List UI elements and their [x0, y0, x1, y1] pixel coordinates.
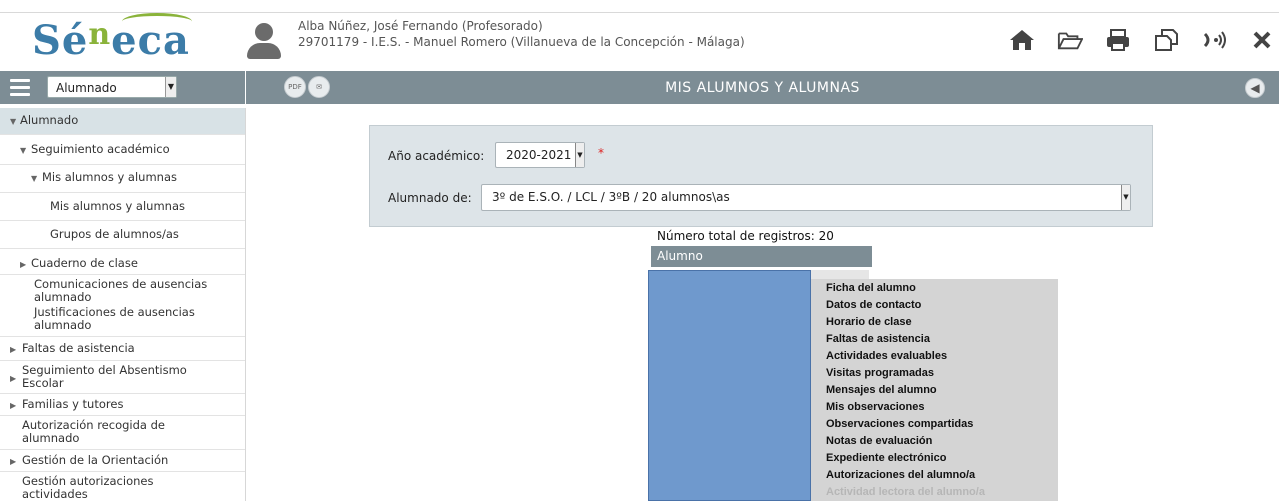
sidebar-item-seguimiento-academico[interactable]: ▼ Seguimiento académico	[0, 142, 245, 158]
user-name: Alba Núñez, José Fernando (Profesorado)	[298, 19, 543, 33]
page-title: MIS ALUMNOS Y ALUMNAS	[665, 80, 860, 96]
redacted-student-list	[648, 270, 811, 501]
menu-item-expediente[interactable]: Expediente electrónico	[826, 452, 946, 464]
copy-icon[interactable]	[1153, 27, 1179, 53]
menu-item-actividad-lectora: Actividad lectora del alumno/a	[826, 486, 985, 498]
chevron-down-icon: ▼	[575, 143, 584, 167]
sidebar-item-absentismo[interactable]: ▶ Seguimiento del Absentismo Escolar	[0, 363, 245, 393]
user-center: 29701179 - I.E.S. - Manuel Romero (Villa…	[298, 35, 745, 49]
collapsed-icon: ▶	[10, 401, 17, 410]
expanded-icon: ▼	[10, 117, 17, 126]
sidebar-item-comunicaciones[interactable]: Comunicaciones de ausencias alumnado	[34, 278, 234, 304]
menu-item-faltas[interactable]: Faltas de asistencia	[826, 333, 930, 345]
year-label: Año académico:	[388, 149, 485, 163]
sidebar-item-label: Seguimiento académico	[31, 142, 170, 156]
menu-item-observaciones-compartidas[interactable]: Observaciones compartidas	[826, 418, 973, 430]
sidebar-item-faltas[interactable]: ▶ Faltas de asistencia	[0, 341, 245, 357]
seneca-logo[interactable]: Séneca	[32, 13, 192, 64]
student-context-menu: Ficha del alumno Datos de contacto Horar…	[811, 279, 1058, 501]
sidebar-item-alumnado[interactable]: ▼ Alumnado	[0, 108, 245, 134]
group-select-value: 3º de E.S.O. / LCL / 3ºB / 20 alumnos\as	[492, 190, 730, 204]
menu-item-autorizaciones[interactable]: Autorizaciones del alumno/a	[826, 469, 975, 481]
sound-icon[interactable]	[1201, 27, 1227, 53]
year-select[interactable]: 2020-2021 ▼	[495, 142, 585, 168]
module-select[interactable]: Alumnado ▼	[47, 76, 177, 98]
sidebar-item-label: Alumnado	[20, 113, 79, 127]
home-icon[interactable]	[1009, 27, 1035, 53]
total-records: Número total de registros: 20	[657, 229, 834, 243]
collapsed-icon: ▶	[10, 374, 17, 383]
sidebar-item-mis-alumnos[interactable]: Mis alumnos y alumnas	[50, 200, 185, 213]
menu-item-actividades[interactable]: Actividades evaluables	[826, 350, 947, 362]
logo-text-b: n	[88, 17, 112, 52]
group-label: Alumnado de:	[388, 191, 472, 205]
chevron-down-icon: ▼	[165, 77, 176, 97]
sidebar-item-cuaderno[interactable]: ▶ Cuaderno de clase	[0, 256, 245, 272]
top-strip	[0, 0, 1279, 13]
menu-item-ficha[interactable]: Ficha del alumno	[826, 282, 916, 294]
chevron-down-icon: ▼	[1121, 185, 1130, 210]
logo-text-a: Sé	[32, 17, 89, 64]
sidebar-item-label: Cuaderno de clase	[31, 256, 138, 270]
logo-arc	[122, 13, 192, 30]
sidebar-item-justificaciones[interactable]: Justificaciones de ausencias alumnado	[34, 306, 234, 332]
sidebar-nav: ▼ Alumnado ▼ Seguimiento académico ▼ Mis…	[0, 108, 246, 501]
menu-item-datos-contacto[interactable]: Datos de contacto	[826, 299, 921, 311]
user-icon	[244, 23, 284, 61]
sidebar-item-label: Familias y tutores	[22, 397, 124, 411]
close-icon[interactable]	[1249, 27, 1275, 53]
sidebar-item-label: Mis alumnos y alumnas	[42, 170, 177, 184]
sidebar-item-familias[interactable]: ▶ Familias y tutores	[0, 397, 245, 413]
menu-item-mensajes[interactable]: Mensajes del alumno	[826, 384, 937, 396]
sidebar-item-autorizacion-recogida[interactable]: Autorización recogida de alumnado	[22, 419, 222, 445]
hamburger-menu-icon[interactable]	[10, 79, 30, 97]
menu-item-horario[interactable]: Horario de clase	[826, 316, 912, 328]
sidebar-item-label: Seguimiento del Absentismo Escolar	[22, 363, 187, 390]
collapsed-icon: ▶	[20, 260, 27, 269]
sidebar-item-label: Gestión de la Orientación	[22, 453, 169, 467]
page-title-bar: PDF ✉ MIS ALUMNOS Y ALUMNAS ◀	[246, 71, 1279, 104]
expanded-icon: ▼	[20, 146, 27, 155]
table-header-alumno[interactable]: Alumno	[651, 246, 872, 267]
header-toolbar	[1009, 27, 1279, 53]
collapsed-icon: ▶	[10, 345, 17, 354]
sidebar-item-orientacion[interactable]: ▶ Gestión de la Orientación	[0, 453, 245, 469]
filter-panel: Año académico: 2020-2021 ▼ * Alumnado de…	[369, 125, 1153, 227]
folder-icon[interactable]	[1057, 27, 1083, 53]
row-strip	[811, 270, 869, 279]
back-arrow-icon[interactable]: ◀	[1245, 78, 1265, 98]
required-mark: *	[598, 146, 604, 160]
menu-item-notas[interactable]: Notas de evaluación	[826, 435, 932, 447]
group-select[interactable]: 3º de E.S.O. / LCL / 3ºB / 20 alumnos\as…	[481, 184, 1131, 211]
sidebar-item-label: Faltas de asistencia	[22, 341, 135, 355]
menu-item-visitas[interactable]: Visitas programadas	[826, 367, 934, 379]
menu-item-mis-observaciones[interactable]: Mis observaciones	[826, 401, 924, 413]
app-header: Séneca Alba Núñez, José Fernando (Profes…	[0, 13, 1279, 65]
expanded-icon: ▼	[31, 174, 38, 183]
collapsed-icon: ▶	[10, 457, 17, 466]
sidebar-item-autorizaciones-actividades[interactable]: Gestión autorizaciones actividades	[22, 475, 222, 501]
sidebar-item-mis-alumnos-group[interactable]: ▼ Mis alumnos y alumnas	[0, 170, 245, 186]
sidebar-toolbar: Alumnado ▼	[0, 71, 245, 104]
year-select-value: 2020-2021	[506, 148, 572, 162]
sidebar-item-grupos[interactable]: Grupos de alumnos/as	[50, 228, 179, 241]
module-select-value: Alumnado	[56, 81, 117, 95]
print-icon[interactable]	[1105, 27, 1131, 53]
